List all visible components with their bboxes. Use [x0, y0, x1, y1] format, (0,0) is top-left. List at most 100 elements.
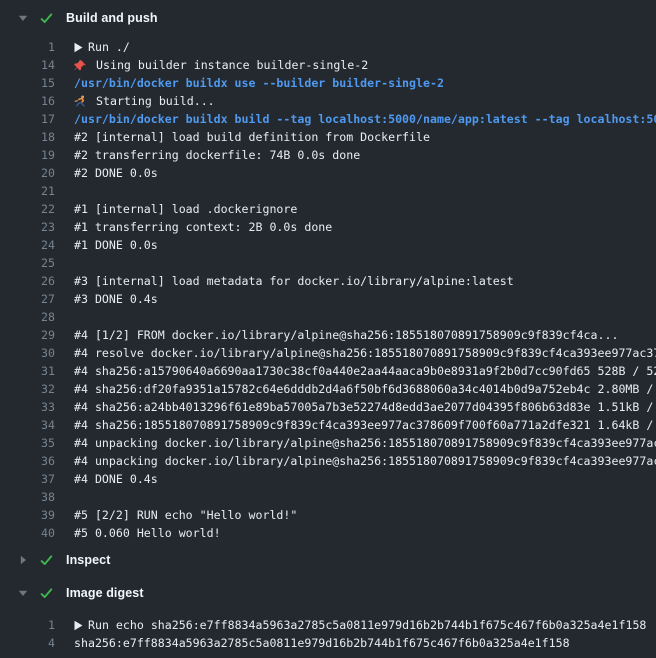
chevron-right-icon: [18, 555, 28, 565]
log-text: #2 [internal] load build definition from…: [74, 128, 430, 146]
log-text: #4 sha256:df20fa9351a15782c64e6dddb2d4a6…: [74, 380, 656, 398]
line-number[interactable]: 33: [0, 398, 55, 416]
log-row: 25: [0, 254, 656, 272]
log-text: #4 [1/2] FROM docker.io/library/alpine@s…: [74, 326, 618, 344]
line-number[interactable]: 29: [0, 326, 55, 344]
log-line-content: Using builder instance builder-single-2: [74, 56, 656, 74]
section-header-image-digest[interactable]: Image digest: [0, 583, 656, 603]
line-number[interactable]: 22: [0, 200, 55, 218]
log-row: 39 #5 [2/2] RUN echo "Hello world!": [0, 506, 656, 524]
log-row: 24 #1 DONE 0.0s: [0, 236, 656, 254]
log-row: 23 #1 transferring context: 2B 0.0s done: [0, 218, 656, 236]
log-line-content: #4 sha256:df20fa9351a15782c64e6dddb2d4a6…: [74, 380, 656, 398]
log-row: 32 #4 sha256:df20fa9351a15782c64e6dddb2d…: [0, 380, 656, 398]
line-number[interactable]: 24: [0, 236, 55, 254]
check-icon: [38, 552, 54, 568]
line-number[interactable]: 19: [0, 146, 55, 164]
log-line-content: [74, 182, 656, 200]
log-line-content: Run echo sha256:e7ff8834a5963a2785c5a081…: [74, 616, 656, 634]
log-row: 40 #5 0.060 Hello world!: [0, 524, 656, 542]
log-text: #2 DONE 0.0s: [74, 164, 158, 182]
line-number[interactable]: 28: [0, 308, 55, 326]
log-line-content: Run ./: [74, 38, 656, 56]
line-number[interactable]: 35: [0, 434, 55, 452]
log-line-content: [74, 254, 656, 272]
line-number[interactable]: 34: [0, 416, 55, 434]
log-section-image-digest: Image digest 1 Run echo sha256:e7ff8834a…: [0, 583, 656, 652]
line-number[interactable]: 39: [0, 506, 55, 524]
log-text: /usr/bin/docker buildx build --tag local…: [74, 110, 656, 128]
log-text: #4 sha256:a24bb4013296f61e89ba57005a7b3e…: [74, 398, 656, 416]
log-text: #1 transferring context: 2B 0.0s done: [74, 218, 332, 236]
line-number[interactable]: 23: [0, 218, 55, 236]
log-line-content: #4 resolve docker.io/library/alpine@sha2…: [74, 344, 656, 362]
line-number[interactable]: 32: [0, 380, 55, 398]
log-text: /usr/bin/docker buildx use --builder bui…: [74, 74, 444, 92]
play-icon[interactable]: [74, 620, 83, 631]
section-lines: 1 Run echo sha256:e7ff8834a5963a2785c5a0…: [0, 616, 656, 652]
line-number[interactable]: 17: [0, 110, 55, 128]
line-number[interactable]: 36: [0, 452, 55, 470]
log-line-content: #5 0.060 Hello world!: [74, 524, 656, 542]
log-row: 14 Using builder instance builder-single…: [0, 56, 656, 74]
log-row: 16 Starting build...: [0, 92, 656, 110]
log-line-content: /usr/bin/docker buildx use --builder bui…: [74, 74, 656, 92]
log-text: #5 [2/2] RUN echo "Hello world!": [74, 506, 297, 524]
line-number[interactable]: 26: [0, 272, 55, 290]
log-line-content: [74, 488, 656, 506]
log-line-content: #1 DONE 0.0s: [74, 236, 656, 254]
line-number[interactable]: 37: [0, 470, 55, 488]
line-number[interactable]: 25: [0, 254, 55, 272]
log-text: Using builder instance builder-single-2: [96, 56, 368, 74]
line-number[interactable]: 40: [0, 524, 55, 542]
log-text: #4 resolve docker.io/library/alpine@sha2…: [74, 344, 656, 362]
section-header-build-and-push[interactable]: Build and push: [0, 8, 656, 28]
log-line-content: #3 DONE 0.4s: [74, 290, 656, 308]
line-number[interactable]: 31: [0, 362, 55, 380]
line-number[interactable]: 27: [0, 290, 55, 308]
log-row: 34 #4 sha256:185518070891758909c9f839cf4…: [0, 416, 656, 434]
log-text: #3 [internal] load metadata for docker.i…: [74, 272, 514, 290]
line-number[interactable]: 15: [0, 74, 55, 92]
log-line-content: /usr/bin/docker buildx build --tag local…: [74, 110, 656, 128]
log-text: #4 sha256:185518070891758909c9f839cf4ca3…: [74, 416, 656, 434]
line-number[interactable]: 18: [0, 128, 55, 146]
play-icon[interactable]: [74, 42, 83, 53]
section-header-inspect[interactable]: Inspect: [0, 550, 656, 570]
line-number[interactable]: 20: [0, 164, 55, 182]
log-line-content: #5 [2/2] RUN echo "Hello world!": [74, 506, 656, 524]
log-text: #1 DONE 0.0s: [74, 236, 158, 254]
line-number[interactable]: 21: [0, 182, 55, 200]
pushpin-icon: [74, 59, 87, 72]
line-number[interactable]: 38: [0, 488, 55, 506]
line-number[interactable]: 14: [0, 56, 55, 74]
log-row: 20 #2 DONE 0.0s: [0, 164, 656, 182]
line-number[interactable]: 1: [0, 616, 55, 634]
log-line-content: #2 [internal] load build definition from…: [74, 128, 656, 146]
log-row: 1 Run ./: [0, 38, 656, 56]
log-line-content: #4 [1/2] FROM docker.io/library/alpine@s…: [74, 326, 656, 344]
log-text: #4 sha256:a15790640a6690aa1730c38cf0a440…: [74, 362, 656, 380]
log-row: 36 #4 unpacking docker.io/library/alpine…: [0, 452, 656, 470]
log-text: #2 transferring dockerfile: 74B 0.0s don…: [74, 146, 360, 164]
line-number[interactable]: 1: [0, 38, 55, 56]
log-text: #4 unpacking docker.io/library/alpine@sh…: [74, 434, 656, 452]
log-text: #5 0.060 Hello world!: [74, 524, 221, 542]
log-text: #1 [internal] load .dockerignore: [74, 200, 297, 218]
log-line-content: sha256:e7ff8834a5963a2785c5a0811e979d16b…: [74, 634, 656, 652]
log-row: 38: [0, 488, 656, 506]
log-line-content: #4 DONE 0.4s: [74, 470, 656, 488]
runner-icon: [74, 95, 87, 108]
log-row: 26 #3 [internal] load metadata for docke…: [0, 272, 656, 290]
line-number[interactable]: 4: [0, 634, 55, 652]
log-row: 1 Run echo sha256:e7ff8834a5963a2785c5a0…: [0, 616, 656, 634]
log-row: 28: [0, 308, 656, 326]
line-number[interactable]: 30: [0, 344, 55, 362]
log-row: 29 #4 [1/2] FROM docker.io/library/alpin…: [0, 326, 656, 344]
log-line-content: #4 unpacking docker.io/library/alpine@sh…: [74, 434, 656, 452]
line-number[interactable]: 16: [0, 92, 55, 110]
log-text: Run ./: [88, 38, 130, 56]
log-row: 35 #4 unpacking docker.io/library/alpine…: [0, 434, 656, 452]
log-line-content: #1 [internal] load .dockerignore: [74, 200, 656, 218]
log-line-content: #2 DONE 0.0s: [74, 164, 656, 182]
